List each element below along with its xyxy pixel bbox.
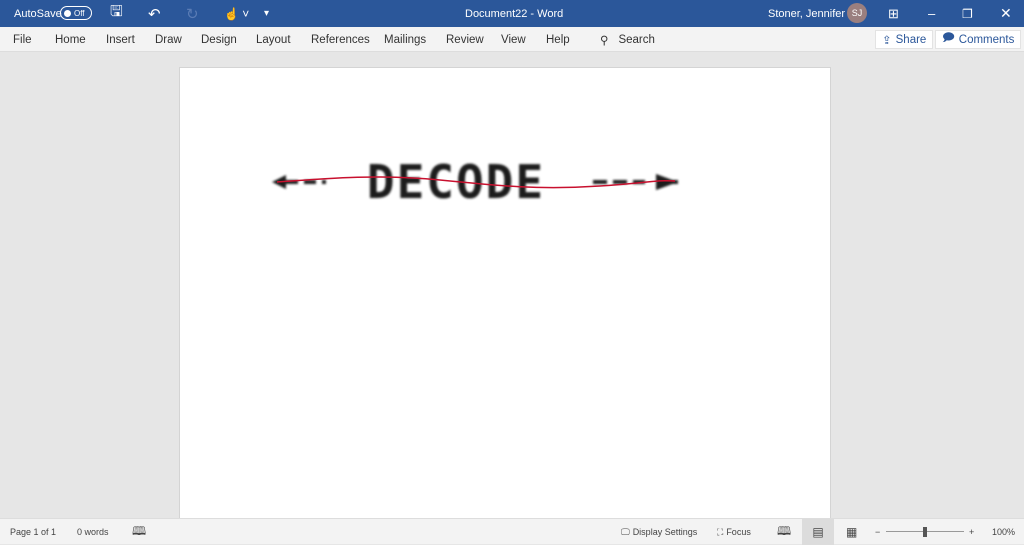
focus-button[interactable]: ⛶ Focus — [717, 519, 751, 545]
document-page[interactable]: DECODE — [179, 67, 831, 519]
touch-mode-icon[interactable]: ☝ ˅ — [224, 0, 249, 27]
tab-layout[interactable]: Layout — [256, 27, 291, 52]
save-icon[interactable]: 🖫 — [110, 0, 123, 27]
title-bar: AutoSave Off 🖫 ↶ ↻ ☝ ˅ ▾ Document22 - Wo… — [0, 0, 1024, 27]
page-count[interactable]: Page 1 of 1 — [10, 519, 56, 545]
ribbon-tabs: File Home Insert Draw Design Layout Refe… — [0, 27, 1024, 52]
comment-icon: 🗩 — [942, 32, 955, 44]
share-icon: ⇪ — [882, 34, 892, 47]
focus-icon: ⛶ — [717, 526, 724, 537]
display-settings-button[interactable]: 🖵 Display Settings — [621, 519, 697, 545]
comments-button[interactable]: 🗩 Comments — [935, 30, 1022, 49]
autosave-label: AutoSave — [14, 7, 62, 20]
tab-home[interactable]: Home — [55, 27, 86, 52]
tab-file[interactable]: File — [13, 27, 32, 52]
zoom-in-button[interactable]: + — [969, 519, 974, 545]
zoom-level[interactable]: 100% — [992, 519, 1015, 545]
zoom-out-button[interactable]: − — [875, 519, 880, 545]
zoom-slider[interactable] — [886, 519, 964, 545]
comments-label: Comments — [958, 33, 1015, 46]
ribbon-display-icon[interactable]: ⊞ — [888, 0, 899, 27]
word-count[interactable]: 0 words — [77, 519, 109, 545]
proofing-icon[interactable]: 🕮 — [132, 519, 146, 545]
avatar[interactable]: SJ — [847, 3, 867, 23]
redo-icon[interactable]: ↻ — [186, 0, 199, 27]
focus-label: Focus — [726, 527, 751, 537]
web-layout-icon[interactable]: ▦ — [846, 519, 857, 545]
search-label: Search — [618, 33, 655, 46]
customize-toolbar-icon[interactable]: ▾ — [264, 0, 269, 27]
tab-view[interactable]: View — [501, 27, 526, 52]
share-label: Share — [895, 33, 927, 46]
restore-icon[interactable]: ❐ — [962, 0, 973, 27]
zoom-slider-thumb[interactable] — [923, 527, 927, 537]
user-name[interactable]: Stoner, Jennifer L — [768, 0, 854, 27]
tab-insert[interactable]: Insert — [106, 27, 135, 52]
display-icon: 🖵 — [621, 526, 630, 537]
share-button[interactable]: ⇪ Share — [875, 30, 934, 49]
search-box[interactable]: ⚲ Search — [600, 27, 655, 52]
display-settings-label: Display Settings — [632, 527, 698, 537]
tab-references[interactable]: References — [311, 27, 370, 52]
autosave-state: Off — [74, 8, 85, 18]
tab-design[interactable]: Design — [201, 27, 237, 52]
tab-help[interactable]: Help — [546, 27, 570, 52]
decode-image[interactable]: DECODE — [180, 68, 832, 520]
close-icon[interactable]: ✕ — [1000, 0, 1012, 27]
document-title: Document22 - Word — [465, 7, 564, 20]
status-bar: Page 1 of 1 0 words 🕮 🖵 Display Settings … — [0, 518, 1024, 545]
read-mode-icon[interactable]: 🕮 — [777, 519, 791, 545]
tab-review[interactable]: Review — [446, 27, 484, 52]
autosave-toggle[interactable]: Off — [60, 6, 92, 20]
undo-icon[interactable]: ↶ — [148, 0, 161, 27]
minimize-icon[interactable]: – — [928, 0, 935, 27]
tab-mailings[interactable]: Mailings — [384, 27, 426, 52]
print-layout-icon[interactable]: ▤ — [802, 519, 834, 545]
tab-draw[interactable]: Draw — [155, 27, 182, 52]
search-icon: ⚲ — [600, 34, 609, 47]
